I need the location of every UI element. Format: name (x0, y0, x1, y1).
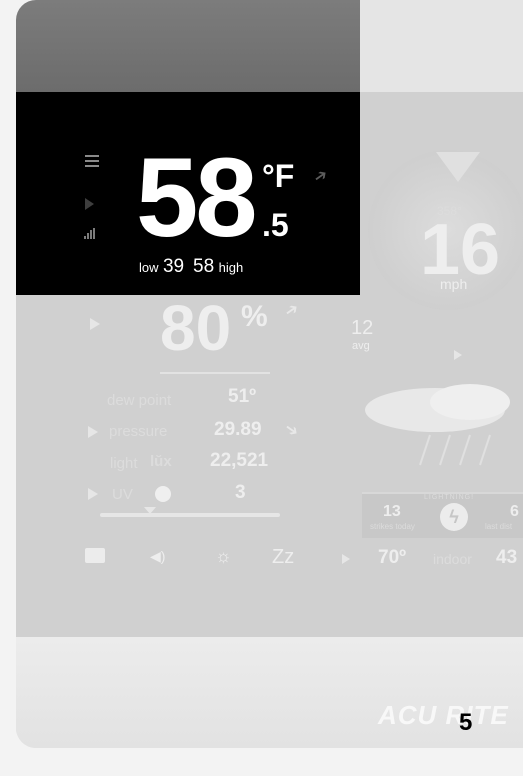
device-top-light (360, 0, 523, 92)
uv-label: UV (112, 486, 133, 503)
indoor-humidity: 43 (496, 547, 518, 568)
bolt-icon: ϟ (440, 503, 468, 531)
uv-sun-icon (155, 486, 171, 502)
lightning-distance: 6 (510, 503, 519, 520)
light-unit: lŭx (150, 453, 172, 470)
wind-play-icon (454, 350, 462, 360)
device-bottom-bezel (16, 637, 523, 748)
humidity-play-icon (90, 318, 100, 330)
humidity-unit: % (241, 300, 268, 333)
folder-icon (85, 548, 105, 563)
pressure-label: pressure (109, 423, 168, 440)
outdoor-temperature-value: 58 (136, 135, 258, 260)
wind-unit: mph (440, 276, 468, 292)
indoor-temperature: 70º (378, 547, 407, 568)
light-value: 22,521 (210, 450, 269, 471)
uv-scale (100, 513, 280, 517)
dew-point-value: 51º (228, 386, 257, 407)
low-label: low (139, 260, 159, 275)
uv-play-icon (88, 488, 98, 500)
pressure-value: 29.89 (214, 419, 262, 440)
humidity-value: 80 (160, 292, 232, 364)
wind-avg: 12 (351, 317, 374, 339)
temperature-decimal: .5 (262, 207, 289, 243)
indoor-label: indoor (433, 551, 472, 567)
high-label: high (218, 260, 244, 275)
temperature-unit: °F (262, 158, 295, 194)
pressure-play-icon (88, 426, 98, 438)
wind-avg-label: avg (352, 340, 370, 352)
menu-icon[interactable] (85, 155, 99, 170)
page-number: 5 (459, 709, 473, 736)
temperature-low-high: low 39 58 high (139, 256, 243, 278)
lightning-title: LIGHTNING! (424, 494, 475, 501)
low-value: 39 (162, 256, 185, 277)
cloud-icon (365, 384, 510, 466)
lightning-strikes: 13 (383, 503, 401, 520)
dew-point-label: dew point (107, 392, 172, 409)
uv-scale-marker (144, 507, 156, 514)
light-label: light (110, 455, 138, 472)
lightning-strikes-label: strikes today (370, 522, 415, 531)
wind-direction-pointer (436, 152, 480, 182)
device-top-shadow (16, 0, 360, 92)
brand-logo: ACU RITE (378, 700, 509, 730)
lightning-distance-label: last dist (485, 522, 513, 531)
high-value: 58 (193, 256, 215, 277)
speaker-icon: ◀) (150, 548, 166, 564)
indoor-play-icon (342, 554, 350, 564)
sleep-icon: Zz (272, 546, 295, 568)
uv-value: 3 (235, 482, 246, 503)
humidity-divider (160, 372, 270, 374)
brightness-icon: ☼ (215, 546, 232, 566)
play-icon (85, 198, 94, 210)
signal-icon (84, 228, 95, 239)
